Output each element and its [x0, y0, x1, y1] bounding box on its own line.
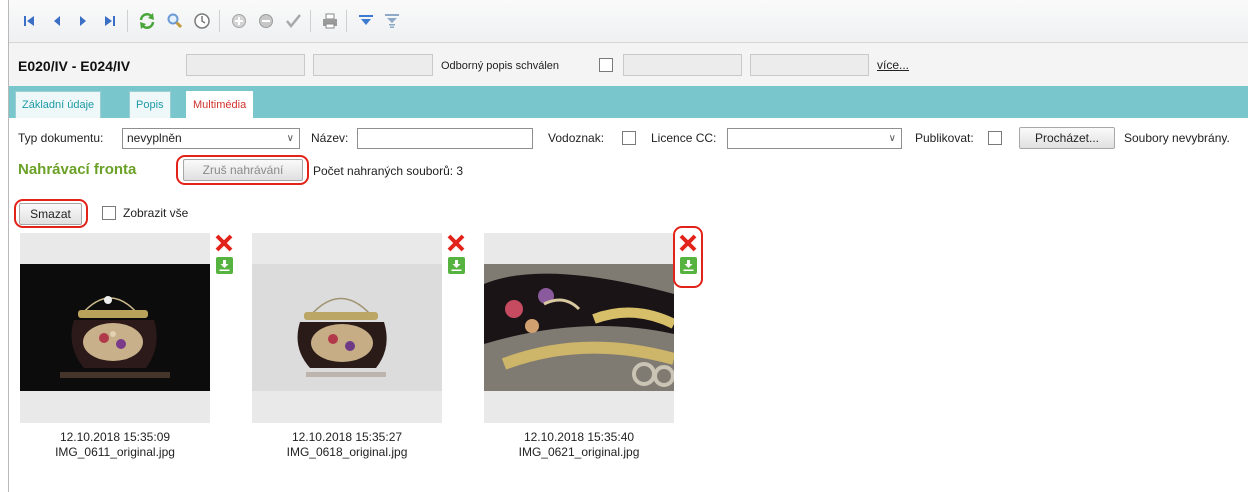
filter-clear-icon[interactable]	[382, 11, 402, 31]
thumbnail-image	[484, 264, 674, 391]
doc-type-value: nevyplněn	[127, 131, 182, 145]
refresh-icon[interactable]	[137, 11, 157, 31]
thumbnail-image	[20, 264, 210, 391]
last-record-icon[interactable]	[100, 11, 120, 31]
remove-icon[interactable]	[256, 11, 276, 31]
watermark-label: Vodoznak:	[548, 131, 605, 145]
download-icon[interactable]	[448, 257, 465, 274]
cancel-upload-highlight	[176, 155, 309, 185]
toolbar-separator	[310, 10, 311, 32]
thumbnail-timestamp: 12.10.2018 15:35:40	[523, 430, 635, 444]
watermark-checkbox[interactable]	[622, 131, 636, 145]
tab-multimedia[interactable]: Multimédia	[186, 91, 254, 118]
toolbar-separator	[127, 10, 128, 32]
publish-checkbox[interactable]	[988, 131, 1002, 145]
license-select[interactable]: ∨	[727, 128, 902, 149]
previous-record-icon[interactable]	[47, 11, 67, 31]
approved-checkbox[interactable]	[599, 58, 613, 72]
doc-type-label: Typ dokumentu:	[18, 131, 104, 145]
delete-icon[interactable]	[446, 233, 466, 253]
thumbnail-filename: IMG_0618_original.jpg	[286, 445, 408, 459]
files-status: Soubory nevybrány.	[1124, 131, 1230, 145]
thumbnail-card[interactable]	[20, 233, 210, 423]
download-icon[interactable]	[216, 257, 233, 274]
show-all-checkbox[interactable]	[102, 206, 116, 220]
thumbnail-timestamp: 12.10.2018 15:35:09	[59, 430, 171, 444]
toolbar	[9, 0, 1248, 43]
record-field	[750, 54, 869, 76]
record-field	[623, 54, 742, 76]
toolbar-separator	[219, 10, 220, 32]
print-icon[interactable]	[320, 11, 340, 31]
filter-icon[interactable]	[356, 11, 376, 31]
uploaded-count: Počet nahraných souborů: 3	[313, 164, 464, 178]
upload-queue-title: Nahrávací fronta	[18, 161, 137, 178]
name-label: Název:	[311, 131, 349, 145]
thumbnail-card[interactable]	[252, 233, 442, 423]
thumbnail-card[interactable]	[484, 233, 674, 423]
thumbnail-image	[252, 264, 442, 391]
browse-button[interactable]: Procházet...	[1019, 127, 1115, 149]
name-input[interactable]	[357, 128, 533, 149]
thumbnail-filename: IMG_0621_original.jpg	[518, 445, 640, 459]
publish-label: Publikovat:	[915, 131, 974, 145]
record-field	[186, 54, 305, 76]
chevron-down-icon: ∨	[286, 133, 294, 144]
add-icon[interactable]	[229, 11, 249, 31]
show-all-label: Zobrazit vše	[123, 206, 189, 220]
delete-icon[interactable]	[214, 233, 234, 253]
doc-type-select[interactable]: nevyplněn ∨	[122, 128, 300, 149]
first-record-icon[interactable]	[19, 11, 39, 31]
actions-highlight	[673, 226, 703, 288]
toolbar-separator	[346, 10, 347, 32]
approved-label: Odborný popis schválen	[441, 60, 560, 72]
confirm-icon[interactable]	[283, 11, 303, 31]
next-record-icon[interactable]	[73, 11, 93, 31]
tab-description[interactable]: Popis	[129, 91, 171, 118]
clock-icon[interactable]	[192, 11, 212, 31]
thumbnail-filename: IMG_0611_original.jpg	[55, 445, 175, 459]
record-field	[313, 54, 433, 76]
more-link[interactable]: více...	[877, 58, 909, 72]
record-title: E020/IV - E024/IV	[18, 58, 131, 74]
search-icon[interactable]	[165, 11, 185, 31]
delete-button-highlight	[14, 199, 88, 228]
license-label: Licence CC:	[651, 131, 717, 145]
thumbnail-timestamp: 12.10.2018 15:35:27	[291, 430, 403, 444]
chevron-down-icon: ∨	[888, 133, 896, 144]
tab-basic-info[interactable]: Základní údaje	[15, 91, 102, 118]
